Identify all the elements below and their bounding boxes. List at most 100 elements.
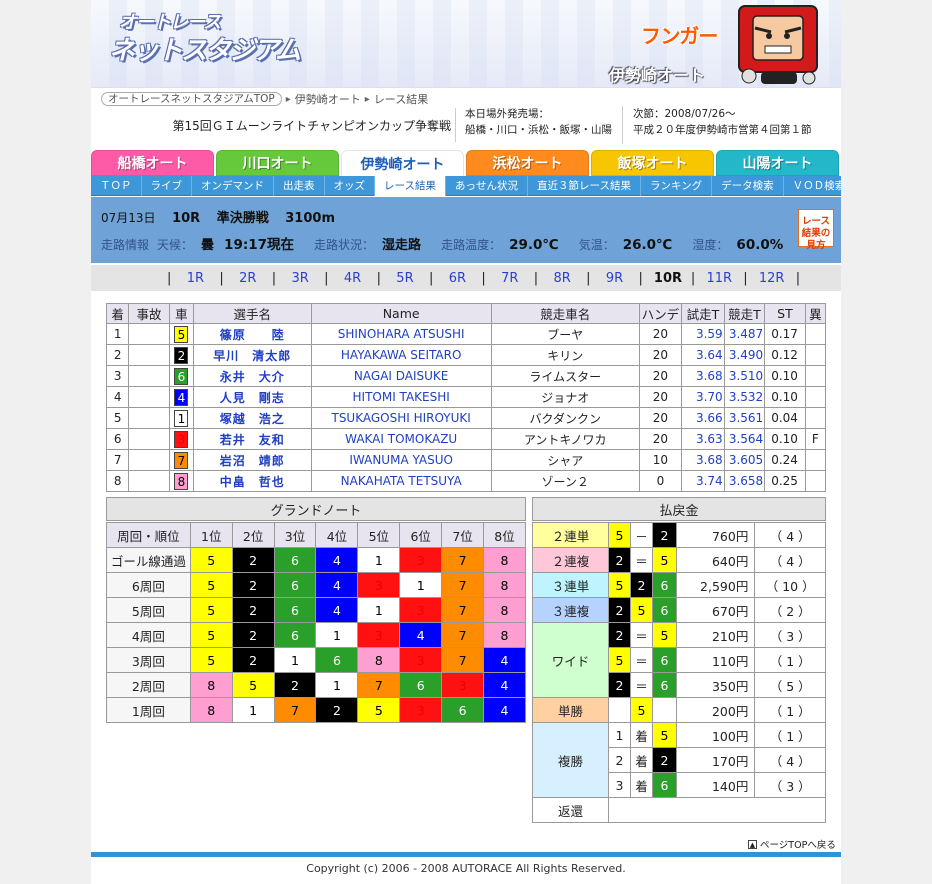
grandnote-car: 6 — [315, 647, 359, 673]
result-guide-button[interactable]: レース結果の見方 — [798, 209, 834, 251]
subnav-item[interactable]: ランキング — [641, 175, 713, 196]
grandnote-car: 4 — [483, 697, 526, 723]
subnav-item[interactable]: 直近３節レース結果 — [528, 175, 641, 196]
subnav-item[interactable]: オッズ — [325, 175, 375, 196]
breadcrumb: オートレースネットスタジアムTOP ▸ 伊勢崎オート ▸ レース結果 — [101, 92, 428, 106]
subnav-item[interactable]: データ検索 — [712, 175, 784, 196]
race-time: 3.605 — [723, 449, 766, 471]
race-nav-separator: | — [533, 270, 539, 286]
handicap: 20 — [638, 344, 683, 366]
header-banner: オートレース ネットスタジアム フンガー 伊勢崎オート — [91, 0, 841, 88]
subnav-item[interactable]: ＴＯＰ — [91, 175, 142, 196]
subnav-item[interactable]: ＶＯＤ検索 — [784, 176, 841, 196]
race-link[interactable]: 4R — [340, 271, 366, 286]
accident-cell — [128, 323, 170, 345]
results-header-row: 着事故車選手名 Name 競走車名 ハンデ 試走T 競走T ST 異 — [105, 303, 827, 324]
rider-name-link[interactable]: 人見 剛志 — [193, 386, 312, 408]
venue-tab[interactable]: 浜松オート — [466, 150, 589, 176]
payout-row-win: 単勝 5 200円 （ 1 ） — [532, 697, 826, 723]
venue-tab[interactable]: 山陽オート — [716, 150, 839, 176]
payout-amount: 760円 — [675, 522, 756, 548]
humidity-label: 湿度： — [692, 238, 729, 252]
race-link[interactable]: 1R — [182, 271, 208, 286]
venue-tab[interactable]: 船橋オート — [91, 150, 214, 176]
payout-row-trio: ３連複 2 5 6 670円 （ 2 ） — [532, 597, 826, 623]
race-link[interactable]: 8R — [549, 271, 575, 286]
subnav-item[interactable]: 出走表 — [274, 175, 325, 196]
rider-romaji-name: TSUKAGOSHI HIROYUKI — [310, 407, 492, 429]
subnav-item[interactable]: オンデマンド — [192, 175, 274, 196]
results-header-cell: 異 — [804, 303, 827, 324]
payout-row-refund: 返還 — [532, 797, 826, 823]
subnav-item[interactable]: ライブ — [142, 175, 192, 196]
grandnote-car: 3 — [441, 672, 485, 698]
bike-name: キリン — [490, 344, 640, 366]
results-header-cell: Name — [310, 303, 492, 324]
handicap: 20 — [638, 323, 683, 345]
payout-popularity: （ 2 ） — [754, 597, 826, 623]
rider-name-link[interactable]: 中畠 哲也 — [193, 470, 312, 492]
accident-cell — [128, 407, 170, 429]
race-link[interactable]: 9R — [602, 271, 628, 286]
lap-label: 4周回 — [106, 622, 191, 648]
subnav-item[interactable]: あっせん状況 — [446, 175, 528, 196]
race-link[interactable]: 2R — [235, 271, 261, 286]
payout-car: 5 — [652, 547, 677, 573]
back-to-top-link[interactable]: ▲ ページTOPへ戻る — [748, 837, 836, 851]
venue-tab[interactable]: 伊勢崎オート — [341, 150, 464, 176]
rider-name-link[interactable]: 岩沼 靖郎 — [193, 449, 312, 471]
grandnote-car: 5 — [189, 647, 233, 673]
payout-car: 5 — [630, 697, 653, 723]
payout-empty — [608, 697, 631, 723]
condition-value: 湿走路 — [382, 238, 422, 253]
race-nav-separator: | — [271, 270, 277, 286]
rider-name-link[interactable]: 早川 清太郎 — [193, 344, 312, 366]
race-link[interactable]: 6R — [444, 271, 470, 286]
finish-position: 1 — [105, 323, 130, 345]
subnav-item[interactable]: レース結果 — [375, 175, 446, 196]
event-title: 第15回ＧＩムーンライトチャンピオンカップ争奪戦 — [139, 108, 456, 142]
offsite-sales-info: 本日場外発売場： 船橋・川口・浜松・飯塚・山陽 — [461, 106, 623, 144]
grandnote-row: 1周回 8 1 7 2 5 3 6 4 — [106, 697, 526, 723]
grandnote-row: 6周回 5 2 6 4 3 1 7 8 — [106, 572, 526, 598]
payout-car: 2 — [608, 672, 631, 698]
race-link[interactable]: 11R — [706, 271, 733, 286]
grandnote-car: 3 — [357, 572, 401, 598]
grandnote-car: 6 — [441, 697, 485, 723]
grandnote-car: 2 — [231, 647, 275, 673]
race-link[interactable]: 7R — [497, 271, 523, 286]
venue-tab[interactable]: 飯塚オート — [591, 150, 714, 176]
site-logo[interactable]: オートレース ネットスタジアム — [109, 8, 304, 66]
race-time: 3.532 — [723, 386, 766, 408]
race-link[interactable]: 12R — [759, 271, 785, 286]
race-link[interactable]: 10R — [654, 271, 682, 286]
car-number-cell: 7 — [168, 449, 195, 471]
payout-amount: 170円 — [675, 747, 756, 773]
race-time: 3.658 — [723, 470, 766, 492]
race-link[interactable]: 3R — [287, 271, 313, 286]
race-time: 3.490 — [723, 344, 766, 366]
accident-cell — [128, 428, 170, 450]
race-time: 3.564 — [723, 428, 766, 450]
grandnote-car: 6 — [273, 622, 317, 648]
race-link[interactable]: 5R — [392, 271, 418, 286]
breadcrumb-top-link[interactable]: オートレースネットスタジアムTOP — [101, 92, 282, 106]
accident-cell — [128, 470, 170, 492]
grandnote-header-cell: 7位 — [441, 522, 485, 548]
rider-name-link[interactable]: 塚越 浩之 — [193, 407, 312, 429]
rider-name-link[interactable]: 若井 友和 — [193, 428, 312, 450]
grandnote-car: 5 — [189, 547, 233, 573]
breadcrumb-venue-link[interactable]: 伊勢崎オート — [295, 91, 361, 107]
grandnote-car: 7 — [441, 597, 485, 623]
payouts-table: ２連単 5 － 2 760円 （ 4 ） ２連複 2 ＝ 5 640円 （ 4 … — [532, 522, 826, 823]
table-row: 5 1 塚越 浩之 TSUKAGOSHI HIROYUKI バクダンクン 20 3.66 3.… — [105, 407, 827, 429]
car-number-badge: 1 — [174, 409, 189, 427]
payout-car: 5 — [608, 647, 631, 673]
grandnote-header-cell: 4位 — [315, 522, 359, 548]
humidity-value: 60.0% — [736, 237, 784, 253]
rider-name-link[interactable]: 篠原 陸 — [193, 323, 312, 345]
race-time: 3.487 — [723, 323, 766, 345]
venue-tab[interactable]: 川口オート — [216, 150, 339, 176]
rider-name-link[interactable]: 永井 大介 — [193, 365, 312, 387]
observation-time: 19:17現在 — [224, 237, 295, 253]
